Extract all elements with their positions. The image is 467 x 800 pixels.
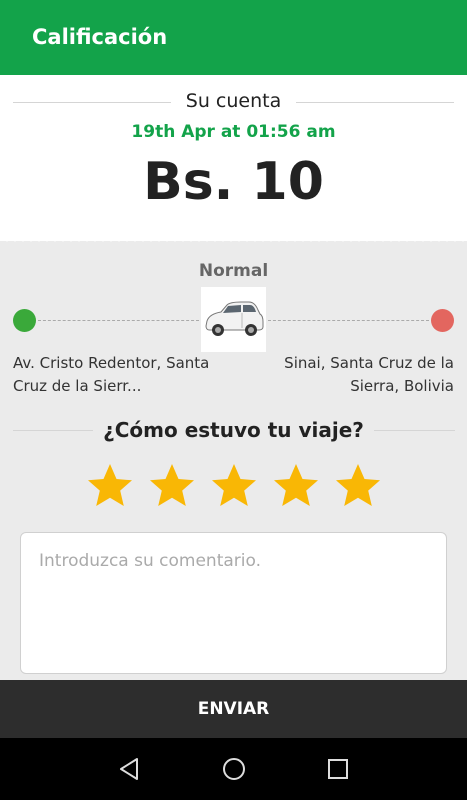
trip-datetime: 19th Apr at 01:56 am	[131, 122, 336, 142]
destination-dot	[431, 309, 454, 332]
ride-type-label: Normal	[198, 261, 269, 281]
system-nav-bar	[0, 738, 467, 800]
rating-question: ¿Cómo estuvo tu viaje?	[93, 418, 374, 442]
back-icon[interactable]	[116, 755, 144, 783]
page-title: Calificación	[32, 25, 168, 49]
home-icon[interactable]	[220, 755, 248, 783]
origin-dot	[13, 309, 36, 332]
car-icon	[201, 287, 266, 352]
star-icon[interactable]	[210, 462, 258, 510]
receipt-heading: Su cuenta	[173, 90, 294, 112]
receipt-zigzag-edge	[0, 232, 467, 242]
fare-amount: Bs. 10	[143, 152, 324, 212]
star-rating[interactable]	[86, 462, 382, 510]
recents-icon[interactable]	[324, 755, 352, 783]
star-icon[interactable]	[334, 462, 382, 510]
route-line	[268, 320, 429, 321]
origin-address: Av. Cristo Redentor, Santa Cruz de la Si…	[13, 354, 210, 395]
star-icon[interactable]	[86, 462, 134, 510]
route-line	[38, 320, 199, 321]
star-icon[interactable]	[148, 462, 196, 510]
submit-button[interactable]: ENVIAR	[0, 680, 467, 738]
star-icon[interactable]	[272, 462, 320, 510]
comment-input[interactable]	[20, 532, 447, 674]
app-bar: Calificación	[0, 0, 467, 75]
destination-address: Sinai, Santa Cruz de la Sierra, Bolivia	[284, 354, 454, 395]
